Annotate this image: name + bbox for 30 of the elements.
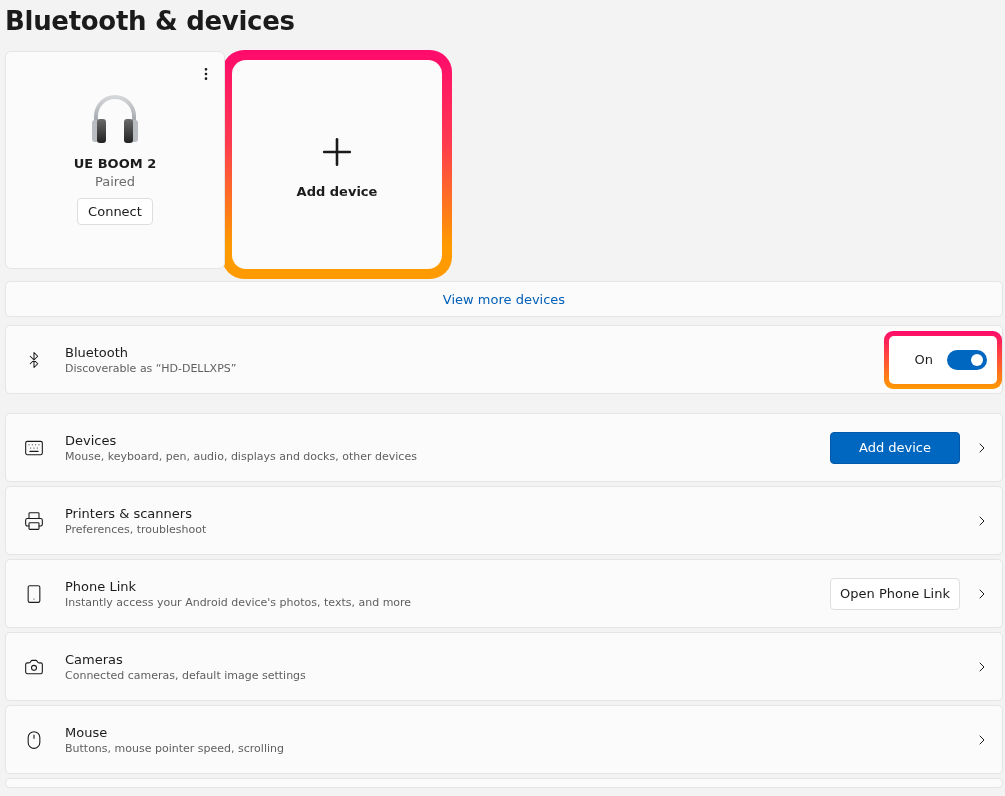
view-more-link[interactable]: View more devices [5,281,1003,317]
settings-row[interactable]: Cameras Connected cameras, default image settings [5,632,1003,701]
row-title: Cameras [65,651,124,667]
settings-row[interactable]: Devices Mouse, keyboard, pen, audio, displays and docks, other devices Add device [5,413,1003,482]
connect-button[interactable]: Connect [77,198,153,225]
headphones-icon [90,92,140,144]
row-title: Mouse [65,724,109,740]
add-device-button[interactable]: Add device [830,431,960,464]
row-subtitle: Discoverable as “HD-DELLXPS” [65,361,238,375]
device-name: UE BOOM 2 [73,156,157,171]
row-title: Phone Link [65,578,138,594]
settings-row[interactable]: Mouse Buttons, mouse pointer speed, scrolling [5,705,1003,774]
settings-row[interactable]: Phone Link Instantly access your Android device's photos, texts, and more Open Phone Link [5,559,1003,628]
settings-row[interactable]: Printers & scanners Preferences, troubleshoot [5,486,1003,555]
device-status: Paired [94,174,136,189]
row-subtitle: Buttons, mouse pointer speed, scrolling [65,741,285,755]
row-title: Bluetooth [65,344,130,360]
printer-icon [24,510,44,531]
toggle-state: On [914,352,933,367]
row-title: Printers & scanners [65,505,193,521]
page-title: Bluetooth & devices [5,6,296,36]
add-device-card[interactable]: Add device [232,60,442,269]
row-subtitle: Preferences, troubleshoot [65,522,208,536]
open-phone-link-button[interactable]: Open Phone Link [830,577,960,610]
row-subtitle: Mouse, keyboard, pen, audio, displays and docks, other devices [65,449,418,463]
device-card[interactable]: UE BOOM 2 Paired Connect [5,51,225,269]
row-title: Devices [65,432,118,448]
row-subtitle: Instantly access your Android device's photos, texts, and more [65,595,413,609]
row-subtitle: Connected cameras, default image settings [65,668,307,682]
bluetooth-toggle[interactable] [947,349,987,370]
